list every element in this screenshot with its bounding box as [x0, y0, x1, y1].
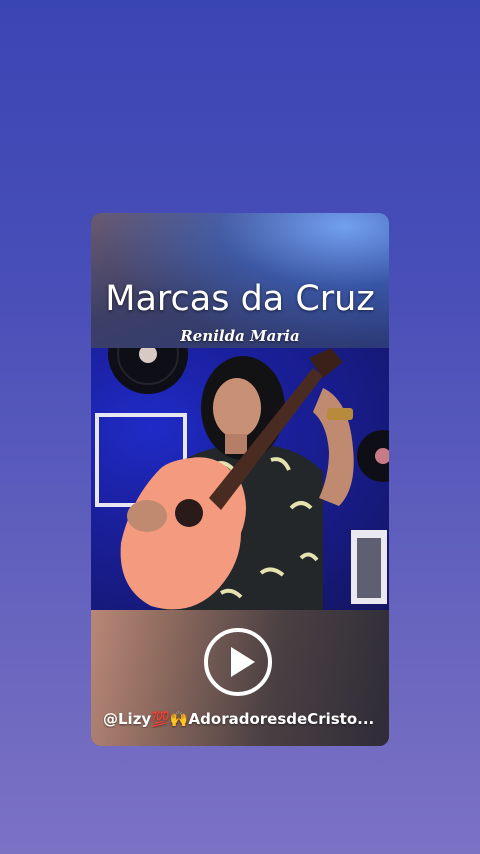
video-frame-illustration [95, 348, 389, 610]
strumming-hand [127, 500, 167, 532]
title-banner: Marcas da Cruz Renilda Maria [91, 213, 389, 348]
vinyl-record-decoration [108, 348, 188, 394]
vinyl-record-right-decoration [357, 430, 389, 482]
video-post-card[interactable]: Marcas da Cruz Renilda Maria @Lizy💯🙌Ador… [91, 213, 389, 746]
face [213, 378, 261, 438]
artist-name: Renilda Maria [180, 327, 300, 345]
caption-bar: @Lizy💯🙌AdoradoresdeCristo... [91, 610, 389, 746]
song-title: Marcas da Cruz [105, 279, 375, 319]
post-caption: @Lizy💯🙌AdoradoresdeCristo... [103, 710, 375, 728]
play-icon [231, 647, 255, 677]
video-thumbnail[interactable] [91, 348, 389, 610]
watch [327, 408, 353, 420]
play-button[interactable] [204, 628, 272, 696]
